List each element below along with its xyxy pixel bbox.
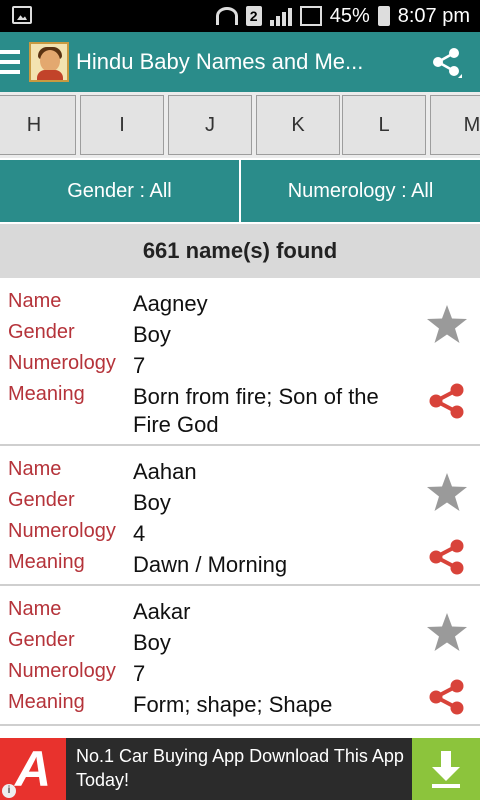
ad-info-icon[interactable]: i <box>2 784 16 798</box>
app-bar: Hindu Baby Names and Me... <box>0 32 480 92</box>
numerology-filter-button[interactable]: Numerology : All <box>241 160 480 222</box>
meaning-value: Dawn / Morning <box>133 552 288 577</box>
download-arrow-icon[interactable] <box>412 738 480 800</box>
gender-filter-button[interactable]: Gender : All <box>0 160 239 222</box>
gender-label: Gender <box>8 629 75 651</box>
star-icon[interactable] <box>426 304 468 344</box>
names-list: Name Aagney Gender Boy Numerology 7 Mean… <box>0 278 480 738</box>
star-icon[interactable] <box>426 472 468 512</box>
numerology-value: 7 <box>133 661 146 686</box>
gender-value: Boy <box>133 490 171 515</box>
filter-bar: Gender : All Numerology : All <box>0 158 480 224</box>
meaning-label: Meaning <box>8 551 85 573</box>
gender-label: Gender <box>8 489 75 511</box>
share-icon[interactable] <box>428 678 466 716</box>
app-title: Hindu Baby Names and Me... <box>76 49 364 74</box>
status-time: 8:07 pm <box>397 4 470 27</box>
numerology-label: Numerology <box>8 352 116 374</box>
share-icon[interactable] <box>428 538 466 576</box>
list-item[interactable]: Name Aahan Gender Boy Numerology 4 Meani… <box>0 446 480 586</box>
meaning-label: Meaning <box>8 383 85 405</box>
letter-j[interactable]: J <box>168 95 252 155</box>
letter-k[interactable]: K <box>256 95 340 155</box>
star-icon[interactable] <box>426 612 468 652</box>
hamburger-icon[interactable] <box>0 50 20 74</box>
numerology-label: Numerology <box>8 660 116 682</box>
battery-icon <box>377 6 390 26</box>
gender-value: Boy <box>133 322 171 347</box>
gender-value: Boy <box>133 630 171 655</box>
name-value: Aakar <box>133 599 191 624</box>
name-label: Name <box>8 290 62 312</box>
numerology-value: 4 <box>133 521 146 546</box>
app-logo[interactable] <box>29 42 69 82</box>
share-icon[interactable] <box>428 382 466 420</box>
status-icons: 2 45% 8:07 pm <box>215 4 470 28</box>
gender-label: Gender <box>8 321 75 343</box>
battery-percent: 45% <box>329 4 370 27</box>
signal-secondary-icon <box>299 6 322 26</box>
letter-m[interactable]: M <box>430 95 480 155</box>
name-label: Name <box>8 458 62 480</box>
alphabet-bar: H I J K L M <box>0 92 480 158</box>
numerology-label: Numerology <box>8 520 116 542</box>
letter-i[interactable]: I <box>80 95 164 155</box>
numerology-value: 7 <box>133 353 146 378</box>
share-icon[interactable] <box>430 46 462 78</box>
name-label: Name <box>8 598 62 620</box>
signal-icon <box>269 6 292 26</box>
status-bar: 2 45% 8:07 pm <box>0 0 480 32</box>
sim-icon: 2 <box>245 6 262 26</box>
meaning-value: Form; shape; Shape <box>133 692 333 717</box>
meaning-value: Born from fire; Son of the Fire God <box>133 384 379 437</box>
list-item[interactable]: Name Aagney Gender Boy Numerology 7 Mean… <box>0 278 480 446</box>
name-value: Aagney <box>133 291 208 316</box>
name-value: Aahan <box>133 459 197 484</box>
ad-banner[interactable]: A No.1 Car Buying App Download This App … <box>0 738 480 800</box>
results-count: 661 name(s) found <box>0 224 480 278</box>
list-item[interactable]: Name Aakar Gender Boy Numerology 7 Meani… <box>0 586 480 726</box>
ad-text[interactable]: No.1 Car Buying App Download This App To… <box>76 744 406 792</box>
meaning-label: Meaning <box>8 691 85 713</box>
gallery-notification-icon <box>12 6 32 24</box>
letter-l[interactable]: L <box>342 95 426 155</box>
letter-h[interactable]: H <box>0 95 76 155</box>
wifi-icon <box>215 7 238 25</box>
